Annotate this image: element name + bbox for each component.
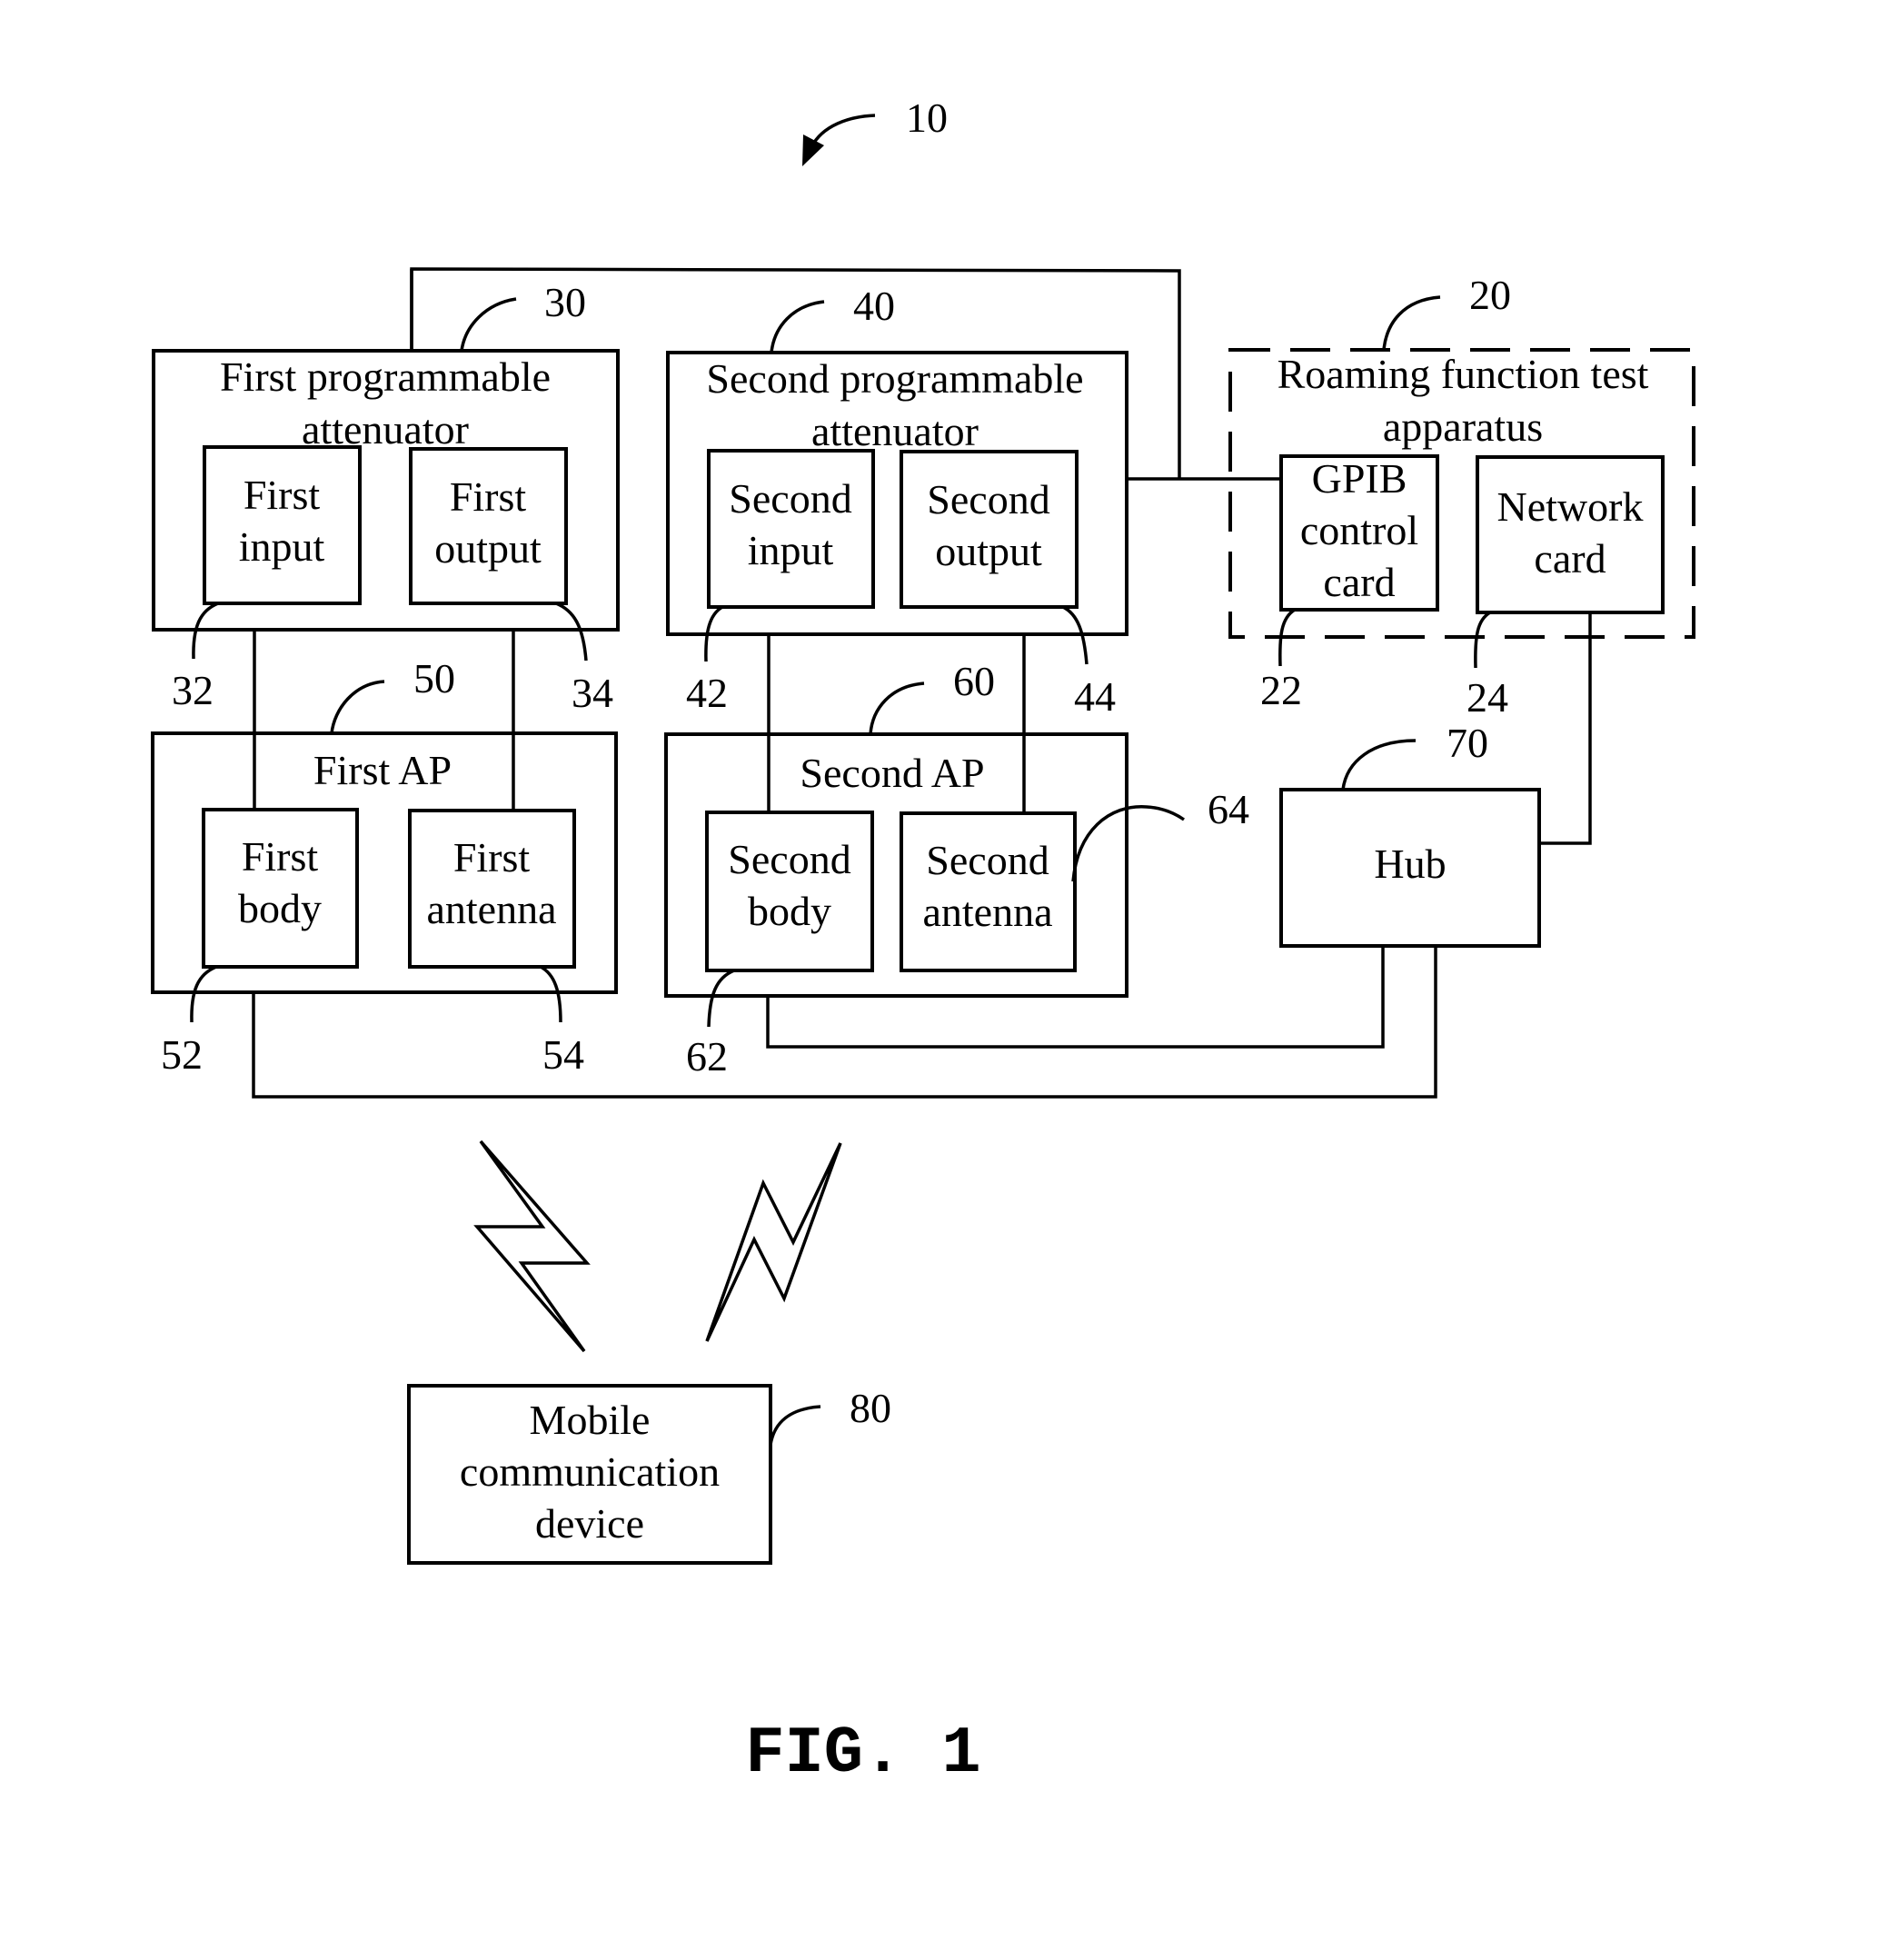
mobile-communication-device: Mobile communication device 80 [407, 1384, 891, 1565]
gpib-card-label-line1: GPIB [1312, 455, 1407, 502]
ref-22: 22 [1260, 667, 1302, 713]
block-diagram: 10 First programmable attenuator 30 Firs… [151, 95, 1695, 1791]
second-output-label-line2: output [935, 528, 1042, 574]
wireless-link-1-icon [473, 1139, 591, 1353]
ref-20: 20 [1469, 272, 1511, 318]
second-body-label-line2: body [748, 888, 831, 934]
first-body-label-line1: First [242, 833, 319, 880]
mobile-device-label-line3: device [535, 1500, 644, 1547]
system-ref-10: 10 [802, 95, 948, 166]
leader-60 [869, 682, 925, 735]
leader-50 [330, 680, 385, 734]
second-body-label-line1: Second [728, 836, 850, 882]
ref-40: 40 [853, 283, 895, 329]
gpib-card-label-line2: control [1300, 507, 1418, 553]
leader-40 [770, 300, 825, 353]
first-input-label-line2: input [239, 523, 325, 570]
system-ref-arrow-curve [810, 114, 876, 148]
mobile-device-label-line1: Mobile [530, 1397, 651, 1443]
first-attenuator-label-line1: First programmable [220, 353, 551, 400]
second-body: Second body 62 [686, 811, 874, 1079]
second-input-label-line2: input [748, 527, 834, 573]
second-input: Second input 42 [686, 449, 875, 716]
ref-44: 44 [1074, 673, 1116, 720]
ref-30: 30 [544, 279, 586, 325]
ref-24: 24 [1467, 674, 1508, 721]
ref-60: 60 [953, 658, 995, 704]
ref-70: 70 [1447, 720, 1488, 766]
first-antenna-label-line1: First [453, 834, 531, 881]
network-card-label-line1: Network [1497, 483, 1644, 530]
leader-30 [460, 297, 517, 352]
first-input-label-line1: First [244, 472, 321, 518]
roaming-apparatus-label-line2: apparatus [1383, 403, 1543, 450]
leader-24 [1474, 611, 1491, 669]
second-output-label-line1: Second [927, 476, 1049, 522]
gpib-control-card: GPIB control card 22 [1260, 454, 1439, 713]
ref-80: 80 [850, 1385, 891, 1431]
ref-42: 42 [686, 670, 728, 716]
ref-64: 64 [1208, 786, 1249, 832]
second-ap-label: Second AP [800, 750, 984, 796]
ref-54: 54 [542, 1031, 584, 1078]
second-antenna: Second antenna 64 [900, 786, 1249, 972]
leader-80 [769, 1405, 821, 1446]
first-antenna-label-line2: antenna [426, 886, 556, 932]
wire-network-card-to-hub [1539, 612, 1592, 845]
first-antenna: First antenna 54 [408, 809, 584, 1078]
network-card: Network card 24 [1467, 455, 1665, 721]
arrow-head-icon [802, 134, 824, 166]
second-input-label-line1: Second [729, 475, 851, 522]
first-body-label-line2: body [238, 885, 322, 931]
second-attenuator-label-line2: attenuator [811, 408, 979, 454]
first-ap-label: First AP [313, 747, 452, 793]
hub: Hub 70 [1279, 720, 1541, 948]
second-attenuator-label-line1: Second programmable [706, 355, 1083, 402]
second-antenna-label-line2: antenna [922, 889, 1052, 935]
ref-52: 52 [161, 1031, 203, 1078]
roaming-apparatus-label-line1: Roaming function test [1278, 351, 1649, 397]
ref-10: 10 [906, 95, 948, 141]
figure-caption: FIG. 1 [745, 1716, 980, 1791]
ref-50: 50 [413, 655, 455, 701]
network-card-label-line2: card [1534, 535, 1606, 582]
ref-32: 32 [172, 667, 214, 713]
first-output-label-line2: output [434, 525, 542, 572]
first-output-label-line1: First [450, 473, 527, 520]
wireless-link-2-icon [705, 1142, 842, 1342]
hub-label: Hub [1374, 841, 1446, 887]
leader-70 [1341, 739, 1417, 791]
gpib-card-label-line3: card [1323, 559, 1395, 605]
leader-20 [1382, 295, 1441, 351]
ref-62: 62 [686, 1033, 728, 1079]
ref-34: 34 [572, 670, 613, 716]
second-antenna-label-line1: Second [926, 837, 1049, 883]
mobile-device-label-line2: communication [460, 1448, 720, 1495]
